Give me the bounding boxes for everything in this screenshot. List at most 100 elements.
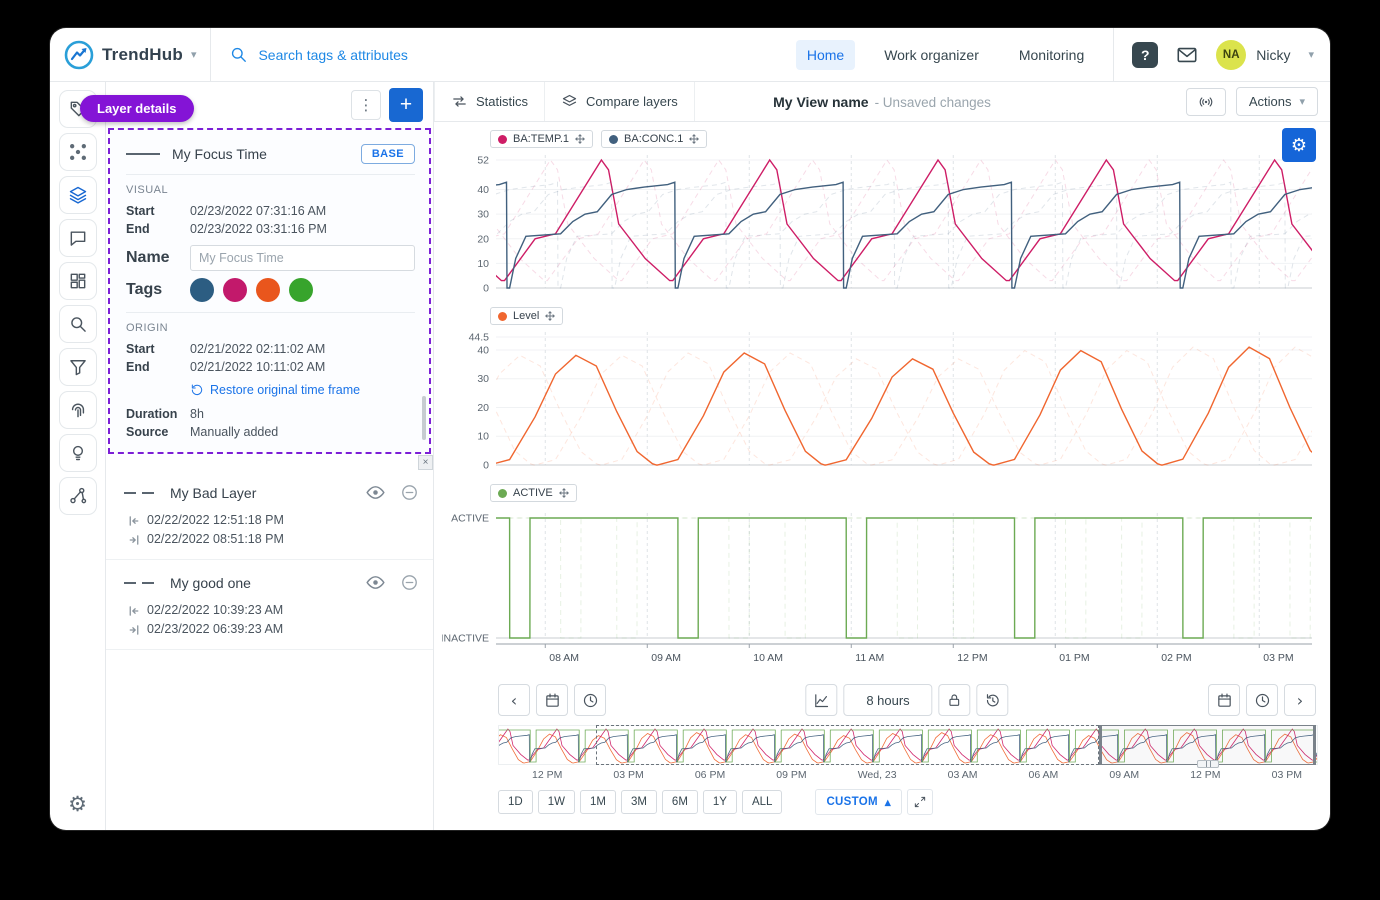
layer-name-input[interactable] xyxy=(190,245,415,271)
layer-item-bad[interactable]: My Bad Layer 02/22/2022 12:51:18 PM 02/2… xyxy=(106,470,433,560)
help-button[interactable]: ? xyxy=(1132,42,1158,68)
time-navigation-zone: ‹ xyxy=(498,683,1316,815)
trendhub-logo-icon xyxy=(64,40,94,70)
preset-3m[interactable]: 3M xyxy=(621,790,657,814)
brand-caret-icon[interactable]: ▾ xyxy=(191,48,197,61)
svg-text:0: 0 xyxy=(483,460,489,472)
node-graph-icon xyxy=(68,486,88,506)
legend-chip-active[interactable]: ACTIVE xyxy=(490,484,577,502)
visual-section-label: VISUAL xyxy=(126,184,415,196)
preset-custom[interactable]: CUSTOM▴ xyxy=(815,789,902,815)
rail-impact-button[interactable] xyxy=(59,477,97,515)
skip-start-icon xyxy=(128,515,140,527)
layer-item-good[interactable]: My good one 02/22/2022 10:39:23 AM 02/23… xyxy=(106,560,433,650)
tag-color-blue[interactable] xyxy=(190,278,214,302)
history-button[interactable] xyxy=(977,684,1009,716)
skip-start-icon xyxy=(128,605,140,617)
rail-recommendations-button[interactable] xyxy=(59,434,97,472)
rail-dashboard-button[interactable] xyxy=(59,262,97,300)
svg-text:10 AM: 10 AM xyxy=(753,652,783,664)
user-menu-caret-icon[interactable]: ▾ xyxy=(1308,48,1314,61)
layer-start: 02/22/2022 12:51:18 PM xyxy=(147,511,284,530)
preset-1y[interactable]: 1Y xyxy=(703,790,737,814)
remove-layer-icon[interactable] xyxy=(400,573,419,592)
statistics-button[interactable]: Statistics xyxy=(434,82,545,121)
tag-color-orange[interactable] xyxy=(256,278,280,302)
detail-close-button[interactable]: × xyxy=(418,455,433,470)
svg-text:30: 30 xyxy=(477,373,489,385)
move-icon[interactable] xyxy=(545,311,555,321)
end-calendar-button[interactable] xyxy=(1208,684,1240,716)
svg-text:01 PM: 01 PM xyxy=(1059,652,1089,664)
search-icon xyxy=(229,45,248,64)
preset-1w[interactable]: 1W xyxy=(538,790,575,814)
nav-monitoring[interactable]: Monitoring xyxy=(1008,40,1095,70)
chart-settings-button[interactable]: ⚙ xyxy=(1282,128,1316,162)
mail-icon[interactable] xyxy=(1176,44,1198,66)
actions-button[interactable]: Actions▾ xyxy=(1236,87,1318,116)
nav-work-organizer[interactable]: Work organizer xyxy=(873,40,990,70)
tag-color-magenta[interactable] xyxy=(223,278,247,302)
layers-icon xyxy=(68,185,88,205)
start-time-button[interactable] xyxy=(574,684,606,716)
legend-chip-level[interactable]: Level xyxy=(490,307,563,325)
rail-comments-button[interactable] xyxy=(59,219,97,257)
rail-fingerprint-button[interactable] xyxy=(59,391,97,429)
detail-scrollbar[interactable] xyxy=(422,396,426,440)
live-mode-button[interactable] xyxy=(1186,88,1226,116)
series-dot xyxy=(498,135,507,144)
minimap-selection[interactable] xyxy=(1099,725,1316,765)
svg-text:02 PM: 02 PM xyxy=(1161,652,1191,664)
nav-home[interactable]: Home xyxy=(796,40,855,70)
minimap-selection-grip[interactable] xyxy=(1197,760,1219,768)
layers-more-button[interactable]: ⋮ xyxy=(351,90,381,120)
chart-ba-temp-conc[interactable]: 52403020100 xyxy=(442,150,1326,298)
compare-layers-button[interactable]: Compare layers xyxy=(545,82,695,121)
preset-1d[interactable]: 1D xyxy=(498,790,533,814)
svg-text:30: 30 xyxy=(477,209,489,221)
duration-button[interactable]: 8 hours xyxy=(843,684,932,716)
trend-scale-button[interactable] xyxy=(805,684,837,716)
tag-color-green[interactable] xyxy=(289,278,313,302)
svg-text:52: 52 xyxy=(477,155,489,167)
lock-duration-button[interactable] xyxy=(939,684,971,716)
base-badge[interactable]: BASE xyxy=(361,144,415,164)
pan-left-button[interactable]: ‹ xyxy=(498,684,530,716)
legend-chip-ba-conc[interactable]: BA:CONC.1 xyxy=(601,130,707,148)
avatar[interactable]: NA xyxy=(1216,40,1246,70)
eye-icon[interactable] xyxy=(365,572,386,593)
layer-title: My Focus Time xyxy=(172,146,349,162)
fullscreen-button[interactable] xyxy=(907,789,933,815)
pan-right-button[interactable]: › xyxy=(1284,684,1316,716)
move-icon[interactable] xyxy=(559,488,569,498)
end-time-button[interactable] xyxy=(1246,684,1278,716)
rail-search-button[interactable] xyxy=(59,305,97,343)
move-icon[interactable] xyxy=(575,134,585,144)
svg-text:INACTIVE: INACTIVE xyxy=(442,633,489,645)
preset-all[interactable]: ALL xyxy=(742,790,782,814)
settings-gear-icon[interactable]: ⚙ xyxy=(68,792,87,816)
preset-6m[interactable]: 6M xyxy=(662,790,698,814)
add-layer-button[interactable]: + xyxy=(389,88,423,122)
eye-icon[interactable] xyxy=(365,482,386,503)
minimap-compare-region[interactable] xyxy=(596,725,1099,765)
visual-end-label: End xyxy=(126,221,190,238)
rail-layers-button[interactable] xyxy=(59,176,97,214)
brand[interactable]: TrendHub ▾ xyxy=(64,40,210,70)
start-calendar-button[interactable] xyxy=(536,684,568,716)
legend-chip-ba-temp[interactable]: BA:TEMP.1 xyxy=(490,130,593,148)
rail-filter-button[interactable] xyxy=(59,348,97,386)
restore-time-frame-link[interactable]: Restore original time frame xyxy=(190,383,415,397)
context-minimap[interactable] xyxy=(498,725,1316,765)
preset-1m[interactable]: 1M xyxy=(580,790,616,814)
svg-text:40: 40 xyxy=(477,344,489,356)
comment-icon xyxy=(68,228,88,248)
remove-layer-icon[interactable] xyxy=(400,483,419,502)
layers-panel: Layer details ⋮ + My Focus Time BASE VIS… xyxy=(106,82,434,830)
chart-level[interactable]: 44.5403020100 xyxy=(442,327,1326,475)
move-icon[interactable] xyxy=(689,134,699,144)
chart-active-state[interactable]: ACTIVEINACTIVE08 AM09 AM10 AM11 AM12 PM0… xyxy=(442,504,1326,674)
rail-scatter-button[interactable] xyxy=(59,133,97,171)
svg-text:10: 10 xyxy=(477,431,489,443)
search-input[interactable] xyxy=(258,47,498,63)
